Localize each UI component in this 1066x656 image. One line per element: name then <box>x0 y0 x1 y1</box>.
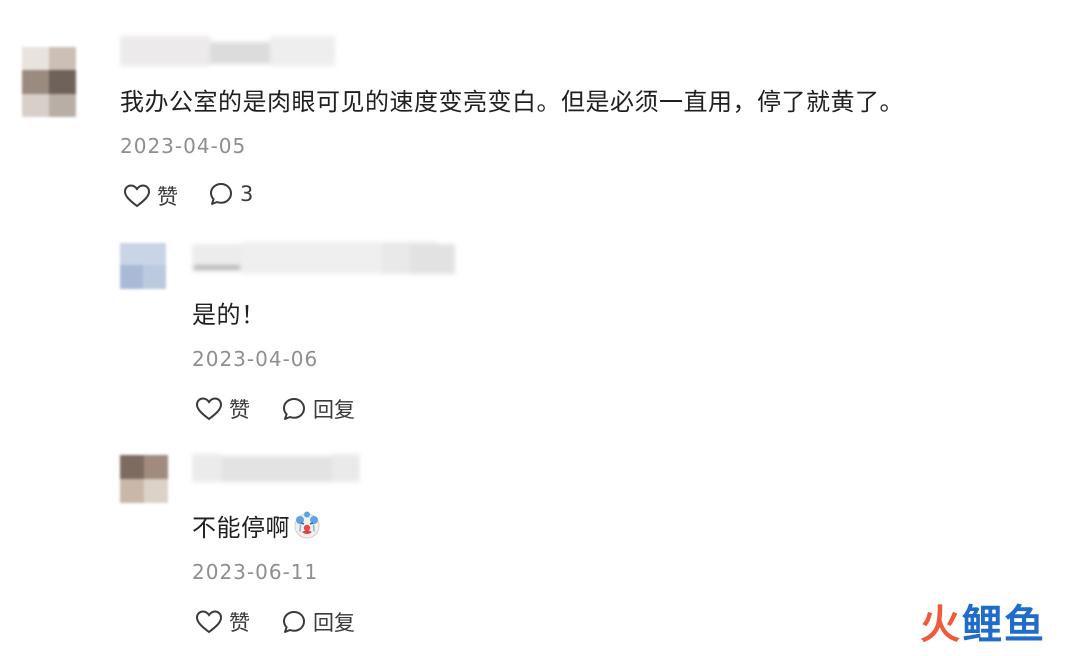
like-label: 赞 <box>229 611 250 635</box>
heart-outline-icon <box>123 183 151 209</box>
watermark-text-fire: 火 <box>920 602 962 648</box>
reply-label: 回复 <box>313 611 355 635</box>
speech-bubble-outline-icon <box>281 609 307 635</box>
reply-count: 3 <box>240 182 254 206</box>
speech-bubble-outline-icon <box>281 396 307 422</box>
username-blurred[interactable] <box>192 454 360 484</box>
reply-label: 回复 <box>313 398 355 422</box>
avatar[interactable] <box>120 455 168 503</box>
like-label: 赞 <box>157 185 178 209</box>
comment-date: 2023-04-06 <box>192 347 319 371</box>
watermark-logo: 火鲤鱼 <box>920 592 1046 650</box>
comment-text: 不能停啊 <box>192 508 322 546</box>
crying-clown-face-icon <box>292 510 322 546</box>
like-button[interactable]: 赞 <box>195 607 250 637</box>
comment-text-content: 不能停啊 <box>192 514 290 542</box>
reply-button[interactable]: 回复 <box>281 607 355 637</box>
username-blurred[interactable] <box>120 36 335 68</box>
username-blurred[interactable] <box>192 242 457 276</box>
like-button[interactable]: 赞 <box>195 394 250 424</box>
avatar[interactable] <box>22 47 76 117</box>
like-label: 赞 <box>229 398 250 422</box>
comment-date: 2023-06-11 <box>192 560 319 584</box>
watermark-text-rest: 鲤鱼 <box>962 602 1046 648</box>
reply-count-button[interactable]: 3 <box>208 181 253 207</box>
speech-bubble-outline-icon <box>208 181 234 207</box>
heart-outline-icon <box>195 396 223 422</box>
like-button[interactable]: 赞 <box>123 181 178 211</box>
reply-button[interactable]: 回复 <box>281 394 355 424</box>
comment-date: 2023-04-05 <box>120 134 247 158</box>
heart-outline-icon <box>195 609 223 635</box>
avatar[interactable] <box>120 243 166 289</box>
comment-text: 我办公室的是肉眼可见的速度变亮变白。但是必须一直用，停了就黄了。 <box>120 88 904 116</box>
comment-text: 是的！ <box>192 301 266 329</box>
